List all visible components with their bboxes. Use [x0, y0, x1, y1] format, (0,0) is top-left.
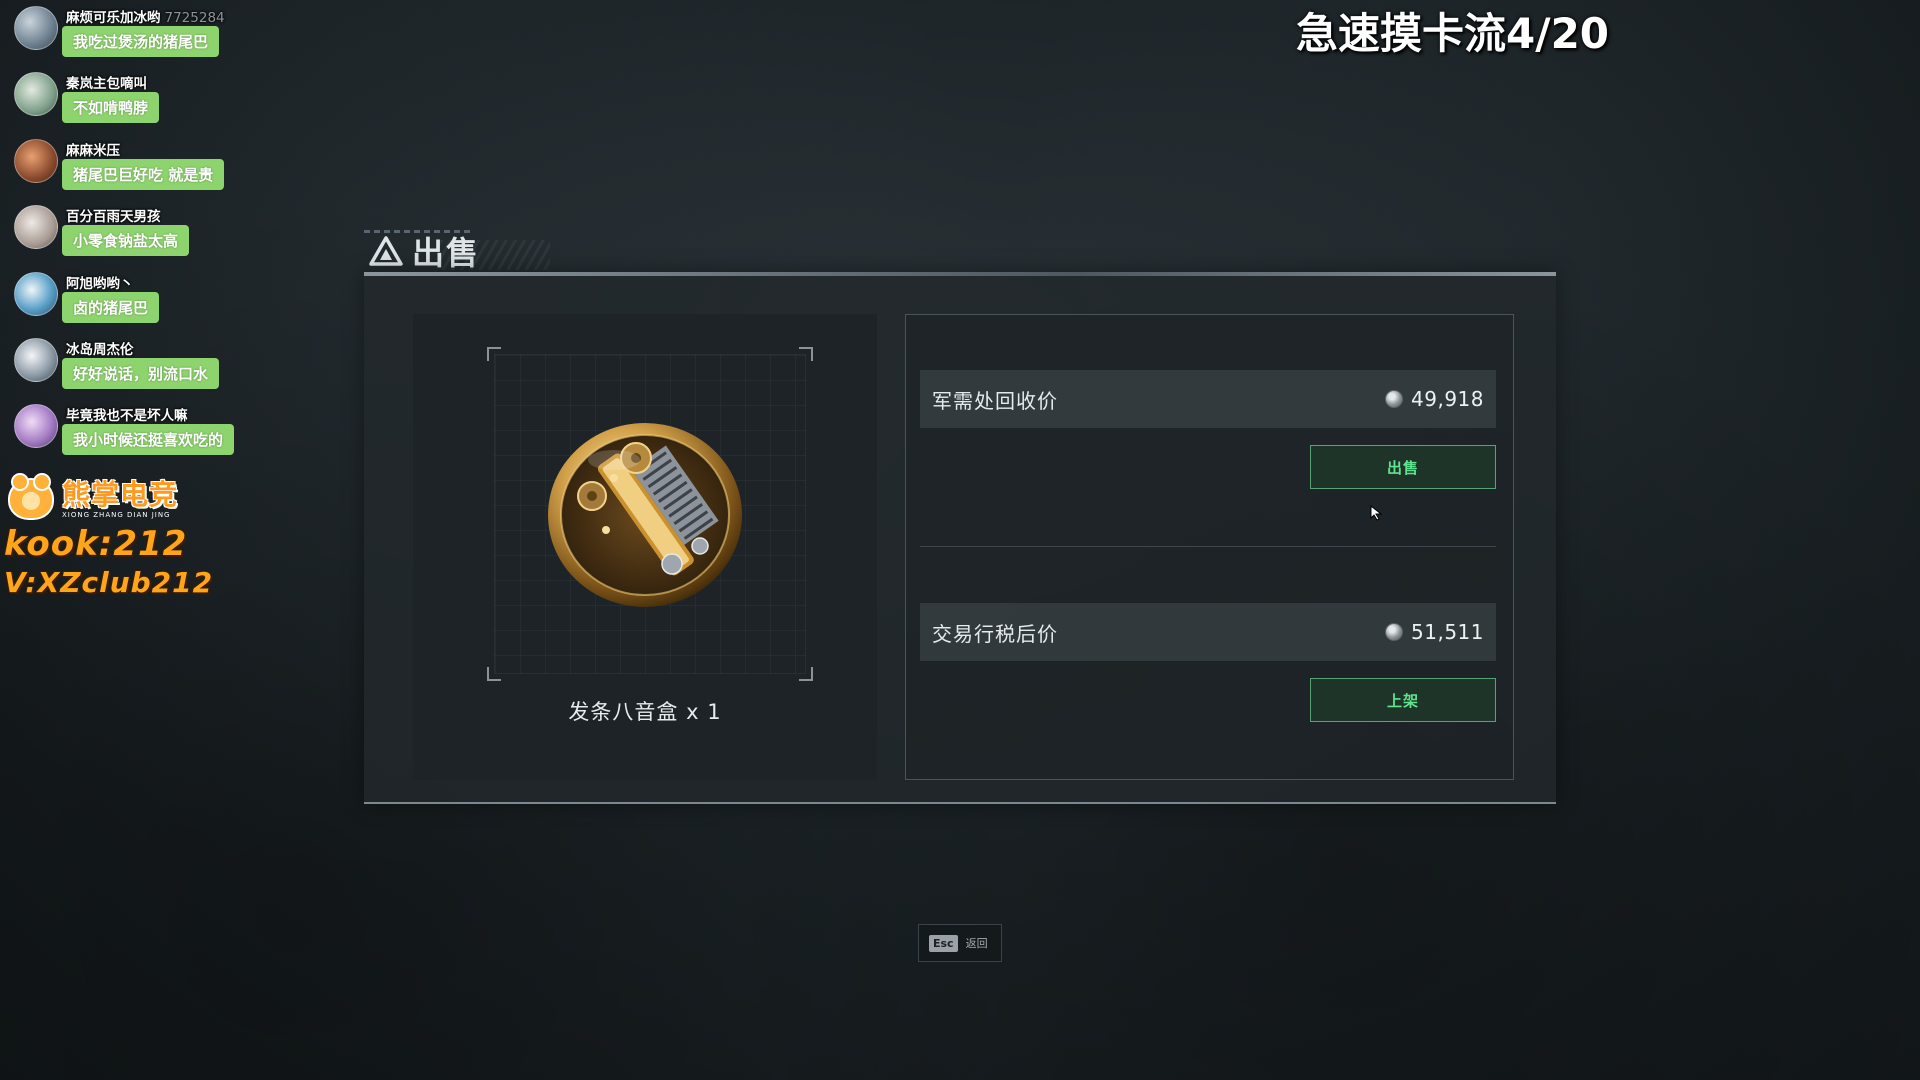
- sell-button[interactable]: 出售: [1310, 445, 1496, 489]
- chat-username: 秦岚主包嘀叫: [66, 76, 147, 93]
- avatar: [14, 138, 58, 183]
- coin-icon: [1385, 623, 1404, 641]
- chat-username: 毕竟我也不是坏人嘛: [66, 408, 188, 425]
- esc-key-icon: Esc: [929, 934, 958, 952]
- chat-bubble: 卤的猪尾巴: [62, 291, 160, 323]
- chat-message: 阿旭哟哟丶 卤的猪尾巴: [14, 270, 314, 336]
- stream-title: 急速摸卡流4/20: [1296, 9, 1610, 58]
- market-price-value: 51,511: [1411, 620, 1484, 644]
- mouse-cursor-icon: [1370, 505, 1382, 521]
- music-box-icon: [548, 423, 742, 607]
- chat-user-id: 7725284: [164, 10, 225, 26]
- header-decoration: [364, 230, 474, 233]
- chat-username: 麻麻米压: [66, 142, 120, 159]
- chat-message: 麻麻米压 猪尾巴巨好吃 就是贵: [14, 137, 314, 203]
- back-label: 返回: [965, 937, 988, 950]
- brand-kook: kook:212: [4, 524, 188, 564]
- chat-message: 秦岚主包嘀叫 不如啃鸭脖: [14, 70, 314, 136]
- chat-username: 冰岛周杰伦: [66, 341, 134, 358]
- streamer-branding: 熊掌电竞 XIONG ZHANG DIAN JING kook:212 V:XZ…: [4, 473, 214, 602]
- bear-logo-icon: [8, 473, 54, 520]
- back-button[interactable]: Esc 返回: [918, 924, 1002, 962]
- frame-corner: [799, 667, 813, 681]
- brand-pinyin: XIONG ZHANG DIAN JING: [62, 510, 171, 519]
- chat-username: 百分百雨天男孩: [66, 209, 161, 226]
- chat-message: 百分百雨天男孩 小零食钠盐太高: [14, 203, 314, 269]
- dialog-top-border: [364, 272, 1556, 276]
- chat-message: 毕竟我也不是坏人嘛 我小时候还挺喜欢吃的: [14, 402, 314, 468]
- warning-triangle-icon: [369, 236, 403, 266]
- chat-bubble: 猪尾巴巨好吃 就是贵: [62, 158, 225, 190]
- avatar: [14, 337, 58, 382]
- header-stripe: [440, 240, 550, 270]
- frame-corner: [799, 347, 813, 361]
- stream-chat: 麻烦可乐加冰哟 7725284 我吃过煲汤的猪尾巴 秦岚主包嘀叫 不如啃鸭脖 麻麻…: [14, 4, 314, 469]
- avatar: [14, 271, 58, 316]
- chat-message: 麻烦可乐加冰哟 7725284 我吃过煲汤的猪尾巴: [14, 4, 314, 70]
- avatar: [14, 205, 58, 250]
- chat-bubble: 小零食钠盐太高: [62, 225, 190, 257]
- frame-corner: [487, 667, 501, 681]
- brand-logo: 熊掌电竞 XIONG ZHANG DIAN JING: [4, 473, 204, 524]
- frame-corner: [487, 347, 501, 361]
- chat-bubble: 不如啃鸭脖: [62, 92, 160, 124]
- brand-name: 熊掌电竞: [62, 477, 179, 511]
- avatar: [14, 72, 58, 117]
- brand-vx: V:XZclub212: [4, 566, 214, 599]
- chat-bubble: 我小时候还挺喜欢吃的: [62, 424, 235, 456]
- avatar: [14, 6, 58, 50]
- section-divider: [920, 546, 1496, 547]
- chat-message: 冰岛周杰伦 好好说话，别流口水: [14, 336, 314, 402]
- coin-icon: [1385, 390, 1404, 408]
- recycle-price-label: 军需处回收价: [932, 388, 1058, 413]
- avatar: [14, 404, 58, 449]
- chat-bubble: 好好说话，别流口水: [62, 357, 220, 389]
- list-on-market-button[interactable]: 上架: [1310, 678, 1496, 722]
- market-price-label: 交易行税后价: [932, 621, 1058, 646]
- item-name: 发条八音盒 x 1: [568, 700, 722, 724]
- recycle-price-value: 49,918: [1411, 387, 1484, 411]
- chat-username: 麻烦可乐加冰哟: [66, 10, 161, 26]
- chat-bubble: 我吃过煲汤的猪尾巴: [62, 26, 220, 57]
- recycle-price-row: 军需处回收价 49,918: [920, 370, 1496, 428]
- market-price-row: 交易行税后价 51,511: [920, 603, 1496, 661]
- chat-username: 阿旭哟哟丶: [66, 275, 134, 292]
